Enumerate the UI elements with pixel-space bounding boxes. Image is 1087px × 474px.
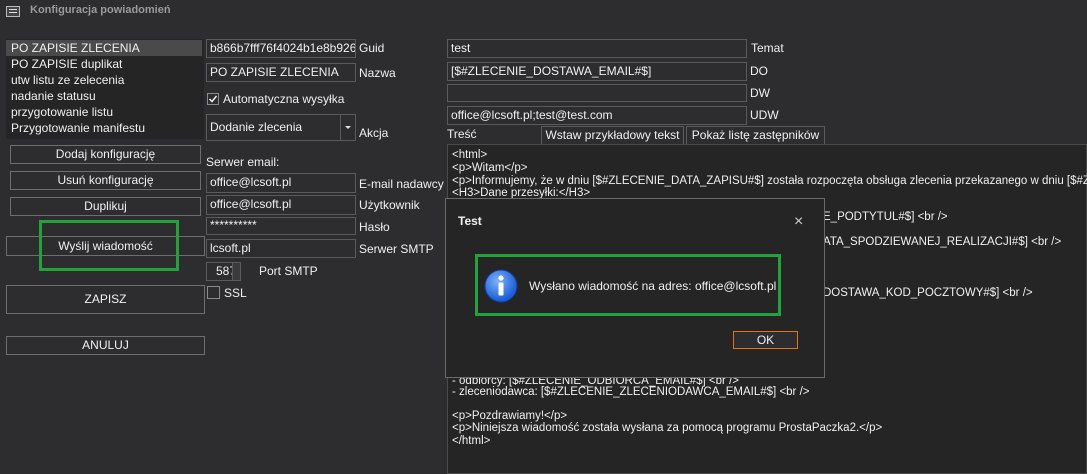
title-bar: Konfiguracja powiadomień (0, 0, 1087, 22)
name-label: Nazwa (359, 66, 396, 80)
to-field[interactable]: [$#ZLECENIE_DOSTAWA_EMAIL#$] (447, 62, 747, 81)
user-field[interactable]: office@lcsoft.pl (206, 195, 356, 215)
tab-content[interactable]: Treść wiadomości: (447, 126, 539, 158)
auto-send-label: Automatyczna wysyłka (223, 92, 345, 106)
ok-button[interactable]: OK (733, 331, 798, 349)
guid-label: Guid (359, 41, 385, 55)
cancel-button[interactable]: ANULUJ (6, 336, 205, 355)
password-field[interactable]: ********** (206, 217, 356, 235)
duplicate-button[interactable]: Duplikuj (10, 197, 201, 216)
port-stepper[interactable]: 587 (206, 262, 241, 281)
smtp-server-label: Serwer SMTP (359, 242, 434, 256)
highlight-send-button (39, 220, 179, 271)
window-title: Konfiguracja powiadomień (30, 4, 171, 16)
body-line: DOSTAWA_KOD_POCZTOWY#$] <br /> (823, 287, 1033, 299)
bcc-label: UDW (750, 108, 779, 122)
action-select-value: Dodanie zlecenia (210, 120, 303, 134)
port-label: Port SMTP (259, 264, 318, 278)
cc-field[interactable] (447, 84, 747, 102)
guid-field[interactable]: b866b7fff76f4024b1e8b9260 (206, 39, 356, 58)
subject-label: Temat (751, 41, 784, 55)
user-label: Użytkownik (359, 198, 420, 212)
ssl-checkbox[interactable] (207, 286, 220, 299)
body-line: <p>Witam</p> (452, 162, 528, 174)
show-placeholders-button[interactable]: Pokaż listę zastępników (686, 126, 825, 144)
config-list-item[interactable]: PO ZAPISIE duplikat (6, 56, 202, 72)
config-list-item[interactable]: PO ZAPISIE ZLECENIA (6, 40, 202, 56)
to-label: DO (750, 64, 768, 78)
auto-send-checkbox[interactable] (207, 93, 219, 105)
insert-sample-button[interactable]: Wstaw przykładowy tekst (541, 126, 684, 144)
checkmark-icon (208, 95, 218, 103)
smtp-server-field[interactable]: lcsoft.pl (206, 239, 356, 258)
password-label: Hasło (359, 220, 390, 234)
close-icon[interactable]: × (794, 213, 803, 231)
bcc-field[interactable]: office@lcsoft.pl;test@test.com (447, 106, 747, 125)
body-line: E_PODTYTUL#$] <br /> (823, 211, 948, 223)
body-line: <p>Pozdrawiamy!</p> (452, 410, 568, 422)
body-line: - zleceniodawca: [$#ZLECENIE_ZLECENIODAW… (452, 386, 810, 398)
body-line: <p>Informujemy, że w dniu [$#ZLECENIE_DA… (452, 175, 1087, 187)
config-list[interactable]: PO ZAPISIE ZLECENIA PO ZAPISIE duplikat … (6, 39, 204, 139)
remove-config-button[interactable]: Usuń konfigurację (10, 171, 201, 190)
info-dialog: Test × Wysłano wiadomość na adres: offic… (445, 198, 825, 378)
config-list-item[interactable]: przygotowanie listu (6, 104, 202, 120)
action-select[interactable]: Dodanie zlecenia (206, 114, 356, 141)
action-label: Akcja (359, 126, 389, 140)
dialog-message: Wysłano wiadomość na adres: office@lcsof… (529, 279, 777, 293)
stepper-arrows-icon[interactable] (232, 263, 240, 280)
config-list-item[interactable]: utw listu ze zelecenia (6, 72, 202, 88)
subject-field[interactable]: test (447, 39, 747, 58)
name-field[interactable]: PO ZAPISIE ZLECENIA (206, 63, 356, 82)
window-app-icon (6, 6, 20, 17)
info-icon (484, 269, 518, 303)
dropdown-arrow-icon[interactable] (340, 115, 355, 140)
config-list-item[interactable]: Przygotowanie manifestu (6, 120, 202, 136)
ssl-label: SSL (224, 286, 247, 300)
body-line: ATA_SPODZIEWANEJ_REALIZACJI#$] <br /> (823, 236, 1062, 248)
sender-email-label: E-mail nadawcy (359, 177, 444, 191)
cc-label: DW (750, 86, 770, 100)
save-button[interactable]: ZAPISZ (6, 285, 205, 314)
add-config-button[interactable]: Dodaj konfigurację (10, 145, 201, 164)
config-list-item[interactable]: nadanie statusu (6, 88, 202, 104)
body-line: <p>Niniejsza wiadomość została wysłana z… (452, 422, 883, 434)
body-line: <html> (452, 149, 488, 161)
sender-email-field[interactable]: office@lcsoft.pl (206, 173, 356, 193)
body-line: </html> (452, 435, 491, 447)
dialog-title: Test (458, 214, 482, 228)
server-heading: Serwer email: (206, 155, 280, 169)
